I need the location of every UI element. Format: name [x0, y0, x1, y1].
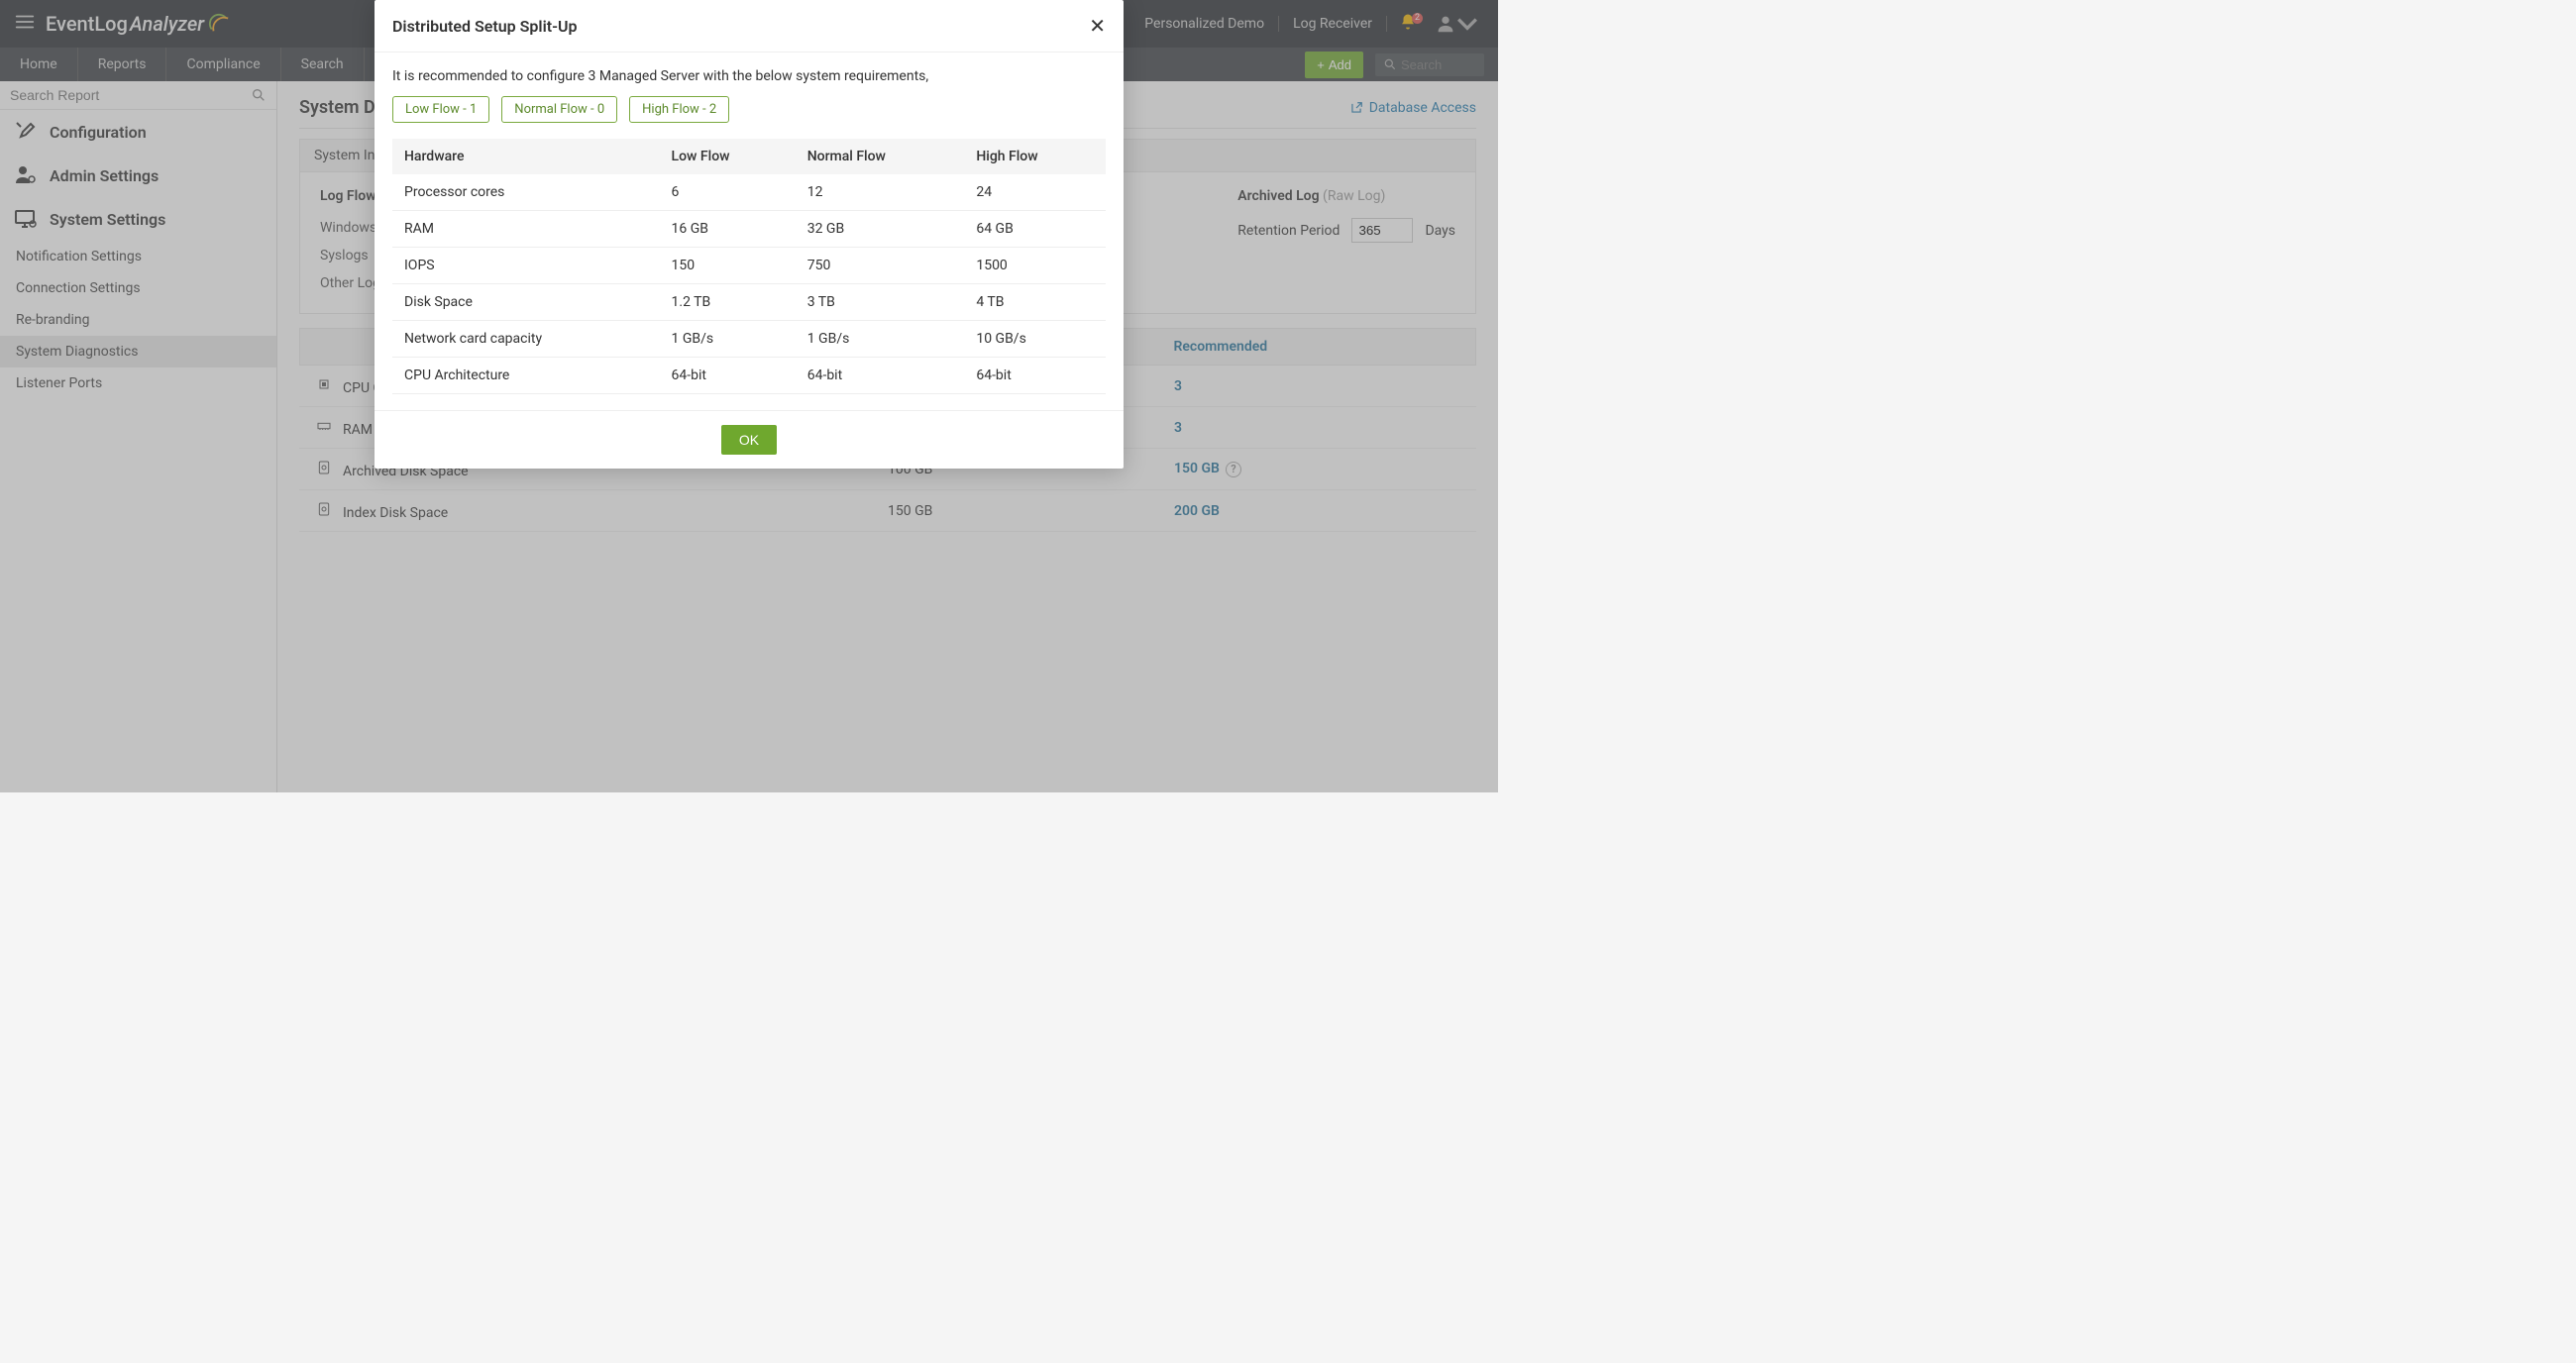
table-cell: 24 [964, 174, 1106, 211]
table-cell: 1 GB/s [796, 321, 965, 358]
table-row: RAM16 GB32 GB64 GB [392, 211, 1106, 248]
distributed-setup-modal: Distributed Setup Split-Up ✕ It is recom… [375, 0, 1124, 469]
chip-normal-flow[interactable]: Normal Flow - 0 [501, 96, 617, 123]
table-cell: 10 GB/s [964, 321, 1106, 358]
table-cell: 64-bit [660, 358, 796, 394]
ok-button[interactable]: OK [721, 425, 777, 455]
table-cell: 3 TB [796, 284, 965, 321]
table-cell: 64-bit [796, 358, 965, 394]
chip-low-flow[interactable]: Low Flow - 1 [392, 96, 489, 123]
table-cell: 32 GB [796, 211, 965, 248]
table-cell: 16 GB [660, 211, 796, 248]
table-header: High Flow [964, 139, 1106, 174]
table-cell: 750 [796, 248, 965, 284]
table-cell: IOPS [392, 248, 660, 284]
table-header: Low Flow [660, 139, 796, 174]
table-cell: Processor cores [392, 174, 660, 211]
close-icon[interactable]: ✕ [1089, 14, 1106, 38]
table-row: CPU Architecture64-bit64-bit64-bit [392, 358, 1106, 394]
table-cell: 150 [660, 248, 796, 284]
table-cell: 1.2 TB [660, 284, 796, 321]
modal-title: Distributed Setup Split-Up [392, 17, 577, 36]
table-cell: 64 GB [964, 211, 1106, 248]
table-row: Network card capacity1 GB/s1 GB/s10 GB/s [392, 321, 1106, 358]
table-cell: RAM [392, 211, 660, 248]
modal-overlay: Distributed Setup Split-Up ✕ It is recom… [0, 0, 1498, 792]
requirements-table: HardwareLow FlowNormal FlowHigh Flow Pro… [392, 139, 1106, 394]
table-cell: Network card capacity [392, 321, 660, 358]
table-row: Disk Space1.2 TB3 TB4 TB [392, 284, 1106, 321]
table-cell: 12 [796, 174, 965, 211]
table-header: Hardware [392, 139, 660, 174]
table-cell: 6 [660, 174, 796, 211]
chip-high-flow[interactable]: High Flow - 2 [629, 96, 729, 123]
modal-intro: It is recommended to configure 3 Managed… [392, 68, 1106, 84]
table-cell: Disk Space [392, 284, 660, 321]
table-cell: 4 TB [964, 284, 1106, 321]
table-row: IOPS1507501500 [392, 248, 1106, 284]
table-row: Processor cores61224 [392, 174, 1106, 211]
table-cell: CPU Architecture [392, 358, 660, 394]
table-cell: 1500 [964, 248, 1106, 284]
table-header: Normal Flow [796, 139, 965, 174]
table-cell: 64-bit [964, 358, 1106, 394]
table-cell: 1 GB/s [660, 321, 796, 358]
